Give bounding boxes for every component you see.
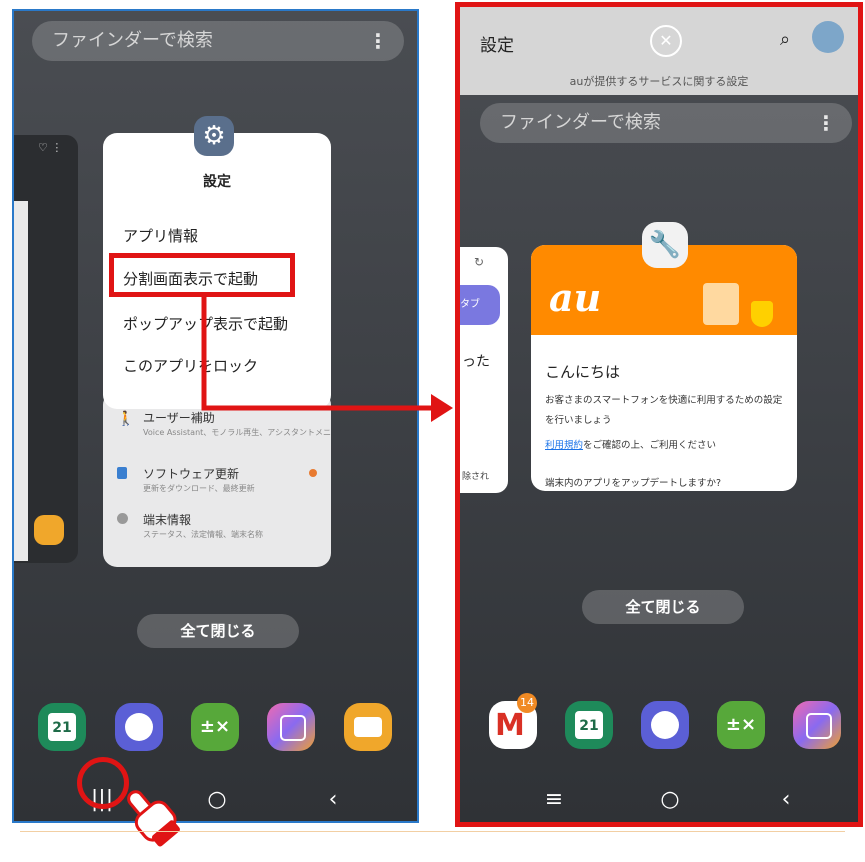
more-options-icon[interactable]: ⋮ bbox=[368, 21, 388, 61]
au-terms-line: 利用規約をご確認の上、ご利用ください bbox=[545, 437, 716, 451]
heart-icon: ♡ ⋮ bbox=[38, 141, 63, 154]
au-question: 端末内のアプリをアップデートしますか? bbox=[545, 478, 722, 489]
notification-badge: 14 bbox=[517, 693, 537, 713]
update-badge bbox=[309, 469, 317, 477]
finder-search-bar[interactable]: ファインダーで検索 ⋮ bbox=[480, 103, 852, 143]
folder-icon[interactable] bbox=[344, 703, 392, 751]
finder-placeholder: ファインダーで検索 bbox=[52, 30, 213, 51]
folder-icon bbox=[34, 515, 64, 545]
accessibility-icon: 🚶 bbox=[117, 411, 135, 427]
refresh-icon: ↻ bbox=[474, 255, 485, 269]
terms-rest: をご確認の上、ご利用ください bbox=[583, 440, 717, 451]
close-icon[interactable]: ✕ bbox=[650, 25, 682, 57]
settings-row-sub: ステータス、法定情報、端末名称 bbox=[143, 530, 263, 539]
settings-row: ソフトウェア更新 更新をダウンロード、最終更新 bbox=[103, 461, 331, 505]
settings-header: 設定 ✕ ⌕ auが提供するサービスに関する設定 bbox=[460, 7, 858, 95]
store-icon[interactable] bbox=[267, 703, 315, 751]
divider bbox=[20, 831, 845, 832]
back-button[interactable]: ‹ bbox=[766, 787, 806, 812]
more-options-icon[interactable]: ⋮ bbox=[816, 103, 836, 143]
shield-icon bbox=[751, 301, 773, 327]
close-all-button[interactable]: 全て閉じる bbox=[582, 590, 744, 624]
avatar[interactable] bbox=[812, 21, 844, 53]
settings-row-sub: 更新をダウンロード、最終更新 bbox=[143, 484, 255, 493]
au-body: お客さまのスマートフォンを快適に利用するための設定を行いましょう bbox=[545, 395, 783, 426]
side-card-note: 除され bbox=[462, 472, 490, 482]
settings-row: 端末情報 ステータス、法定情報、端末名称 bbox=[103, 507, 331, 551]
calendar-date: 21 bbox=[48, 713, 76, 741]
side-card-text: った bbox=[462, 354, 490, 370]
recent-app-card-partial[interactable]: ♡ ⋮ bbox=[14, 135, 78, 563]
gear-icon: ⚙ bbox=[194, 116, 234, 156]
finder-placeholder: ファインダーで検索 bbox=[500, 112, 661, 133]
calendar-icon[interactable]: 21 bbox=[38, 703, 86, 751]
hand-pointer-icon bbox=[127, 790, 180, 847]
au-heading: こんにちは bbox=[545, 363, 621, 381]
settings-row-title: ソフトウェア更新 bbox=[143, 467, 240, 481]
calculator-icon[interactable]: ±× bbox=[717, 701, 765, 749]
settings-row-title: 端末情報 bbox=[143, 513, 192, 527]
store-icon[interactable] bbox=[793, 701, 841, 749]
recent-app-card-partial[interactable]: ↻ タブ った 除され bbox=[460, 247, 508, 493]
terms-link[interactable]: 利用規約 bbox=[545, 440, 583, 451]
search-icon[interactable]: ⌕ bbox=[780, 29, 790, 50]
recent-apps-button[interactable]: ≡ bbox=[534, 787, 574, 812]
finder-search-bar[interactable]: ファインダーで検索 ⋮ bbox=[32, 21, 404, 61]
calendar-icon[interactable]: 21 bbox=[565, 701, 613, 749]
clock-icon[interactable] bbox=[641, 701, 689, 749]
software-update-icon bbox=[117, 467, 127, 479]
au-app-card[interactable]: au こんにちは お客さまのスマートフォンを快適に利用するための設定を行いましょ… bbox=[531, 245, 797, 491]
settings-title: 設定 bbox=[480, 36, 514, 56]
info-icon bbox=[117, 513, 128, 524]
header-subtitle: auが提供するサービスに関する設定 bbox=[569, 75, 749, 88]
home-button[interactable]: ○ bbox=[197, 787, 237, 812]
settings-row-sub: Voice Assistant、モノラル再生、アシスタントメニュー bbox=[143, 428, 331, 437]
calculator-icon[interactable]: ±× bbox=[191, 703, 239, 751]
side-card-tag: タブ bbox=[460, 285, 500, 325]
device-illustration bbox=[703, 283, 739, 325]
home-button[interactable]: ○ bbox=[650, 787, 690, 812]
au-logo: au bbox=[549, 275, 602, 320]
menu-app-info[interactable]: アプリ情報 bbox=[123, 225, 198, 246]
back-button[interactable]: ‹ bbox=[313, 787, 353, 812]
right-phone-screen: 設定 ✕ ⌕ auが提供するサービスに関する設定 ファインダーで検索 ⋮ ↻ タ… bbox=[455, 2, 863, 827]
calendar-date: 21 bbox=[575, 711, 603, 739]
connector-arrow bbox=[201, 292, 453, 422]
tools-icon: 🔧 bbox=[642, 222, 688, 268]
close-all-button[interactable]: 全て閉じる bbox=[137, 614, 299, 648]
gmail-icon[interactable]: M 14 bbox=[489, 693, 537, 749]
clock-icon[interactable] bbox=[115, 703, 163, 751]
popup-title: 設定 bbox=[203, 174, 231, 190]
